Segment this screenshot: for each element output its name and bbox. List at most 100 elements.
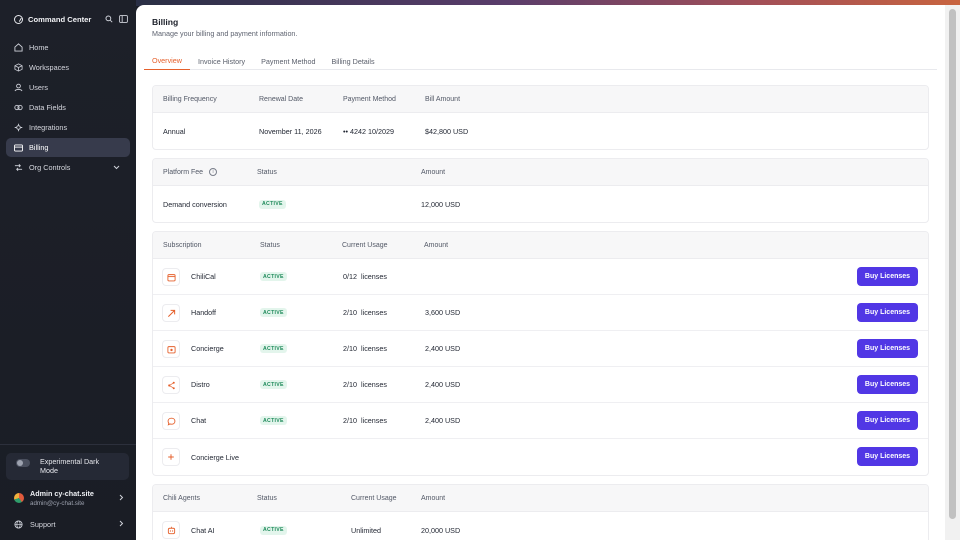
usage-unit: licenses	[361, 272, 387, 281]
sidebar-item-label: Data Fields	[29, 103, 66, 112]
status-badge-text: ACTIVE	[260, 380, 287, 389]
chevron-right-icon	[119, 520, 124, 529]
tab-billing-details[interactable]: Billing Details	[323, 52, 382, 70]
payment-method-value: •• 4242 10/2029	[343, 126, 394, 136]
sidebar-toggle-icon[interactable]	[118, 14, 128, 24]
subscriptions-card: Subscription Status Current Usage Amount…	[152, 231, 929, 476]
buy-licenses-button[interactable]: Buy Licenses	[857, 267, 918, 286]
dark-mode-label: Experimental Dark Mode	[40, 457, 100, 475]
sidebar-item-workspaces[interactable]: Workspaces	[6, 58, 130, 77]
dark-mode-toggle-row[interactable]: Experimental Dark Mode	[6, 453, 129, 480]
header-current-usage: Current Usage	[342, 241, 388, 249]
logo-icon	[14, 14, 23, 24]
status-badge: ACTIVE	[260, 331, 287, 366]
usage-value: 2/10 licenses	[343, 367, 387, 402]
header-renewal-date: Renewal Date	[259, 95, 303, 103]
calendar-icon	[162, 268, 180, 286]
subscription-amount: 2,400 USD	[425, 344, 461, 353]
dark-mode-switch[interactable]	[16, 458, 30, 467]
status-badge-text: ACTIVE	[260, 272, 287, 281]
usage-count: 2/10	[343, 344, 357, 353]
status-badge: ACTIVE	[260, 403, 287, 438]
billing-summary-header: Billing Frequency Renewal Date Payment M…	[153, 86, 928, 113]
sidebar-item-label: Integrations	[29, 123, 68, 132]
platform-fee-name: Demand conversion	[163, 199, 227, 209]
sidebar-item-users[interactable]: Users	[6, 78, 130, 97]
usage-unit: licenses	[361, 308, 387, 317]
support-link[interactable]: Support	[14, 517, 124, 531]
integrations-icon	[14, 123, 23, 132]
sidebar-item-label: Home	[29, 43, 49, 52]
user-profile[interactable]: Admin cy-chat.site admin@cy-chat.site	[14, 487, 124, 509]
chili-agents-card: Chili Agents Status Current Usage Amount…	[152, 484, 929, 540]
bill-amount-value: $42,800 USD	[425, 126, 469, 136]
sidebar-item-label: Workspaces	[29, 63, 70, 72]
agent-name: Chat AI	[191, 525, 215, 535]
billing-tabs: Overview Invoice History Payment Method …	[144, 52, 937, 70]
agent-amount: 20,000 USD	[421, 525, 461, 535]
tab-payment-method[interactable]: Payment Method	[253, 52, 323, 70]
sidebar-item-integrations[interactable]: Integrations	[6, 118, 130, 137]
header-platform-fee-label: Platform Fee	[163, 168, 204, 176]
status-badge-text: ACTIVE	[260, 525, 287, 535]
sidebar-item-org-controls[interactable]: Org Controls	[6, 158, 130, 177]
sidebar-divider	[0, 444, 136, 445]
platform-fee-header: Platform Fee i Status Amount	[153, 159, 928, 186]
header-status: Status	[257, 494, 277, 502]
status-badge-text: ACTIVE	[259, 199, 286, 209]
sidebar-item-billing[interactable]: Billing	[6, 138, 130, 157]
header-billing-frequency: Billing Frequency	[163, 95, 217, 103]
status-badge: ACTIVE	[259, 186, 286, 222]
vertical-scrollbar[interactable]	[945, 5, 960, 540]
billing-summary-row: Annual November 11, 2026 •• 4242 10/2029…	[153, 113, 928, 149]
chevron-down-icon[interactable]	[113, 165, 123, 170]
usage-value: 2/10 licenses	[343, 331, 387, 366]
buy-licenses-button[interactable]: Buy Licenses	[857, 447, 918, 466]
status-badge: ACTIVE	[260, 259, 287, 294]
tab-overview[interactable]: Overview	[144, 52, 190, 70]
buy-licenses-button[interactable]: Buy Licenses	[857, 375, 918, 394]
distro-icon	[162, 376, 180, 394]
cube-icon	[14, 63, 23, 72]
header-bill-amount: Bill Amount	[425, 95, 461, 103]
tab-invoice-history[interactable]: Invoice History	[190, 52, 253, 70]
app-name: Command Center	[28, 14, 92, 24]
search-icon[interactable]	[104, 14, 114, 24]
user-icon	[14, 83, 23, 92]
header-chili-agents: Chili Agents	[163, 494, 200, 502]
status-badge-text: ACTIVE	[260, 416, 287, 425]
sidebar-nav: Home Workspaces Users Data Fields Integr…	[6, 38, 130, 178]
status-badge-text: ACTIVE	[260, 308, 287, 317]
sidebar-item-label: Billing	[29, 143, 49, 152]
agent-usage: Unlimited	[351, 525, 381, 535]
subscription-name: Concierge Live	[191, 452, 239, 462]
sidebar-item-label: Org Controls	[29, 163, 71, 172]
support-label: Support	[30, 519, 56, 529]
subscription-row: Concierge Live Buy Licenses	[153, 439, 928, 475]
buy-licenses-button[interactable]: Buy Licenses	[857, 339, 918, 358]
home-icon	[14, 43, 23, 52]
buy-licenses-button[interactable]: Buy Licenses	[857, 303, 918, 322]
controls-icon	[14, 163, 23, 172]
header-amount: Amount	[424, 241, 449, 249]
status-badge: ACTIVE	[260, 367, 287, 402]
user-name: Admin cy-chat.site	[30, 489, 94, 498]
page-title: Billing	[152, 17, 179, 27]
sidebar: Command Center Home Workspaces Users Dat…	[0, 0, 136, 540]
usage-unit: licenses	[361, 344, 387, 353]
usage-count: 2/10	[343, 308, 357, 317]
chili-agents-header: Chili Agents Status Current Usage Amount	[153, 485, 928, 512]
handoff-icon	[162, 304, 180, 322]
info-icon[interactable]: i	[209, 168, 218, 176]
sidebar-header: Command Center	[14, 12, 128, 26]
buy-licenses-button[interactable]: Buy Licenses	[857, 411, 918, 430]
globe-icon	[14, 519, 23, 529]
sidebar-item-data-fields[interactable]: Data Fields	[6, 98, 130, 117]
scrollbar-thumb[interactable]	[949, 9, 956, 519]
subscription-name: Concierge	[191, 344, 224, 353]
sidebar-item-home[interactable]: Home	[6, 38, 130, 57]
agent-row: Chat AI ACTIVE Unlimited 20,000 USD	[153, 512, 928, 540]
subscription-name: Chat	[191, 416, 207, 425]
header-platform-fee: Platform Fee i	[163, 159, 218, 185]
card-icon	[14, 143, 23, 152]
